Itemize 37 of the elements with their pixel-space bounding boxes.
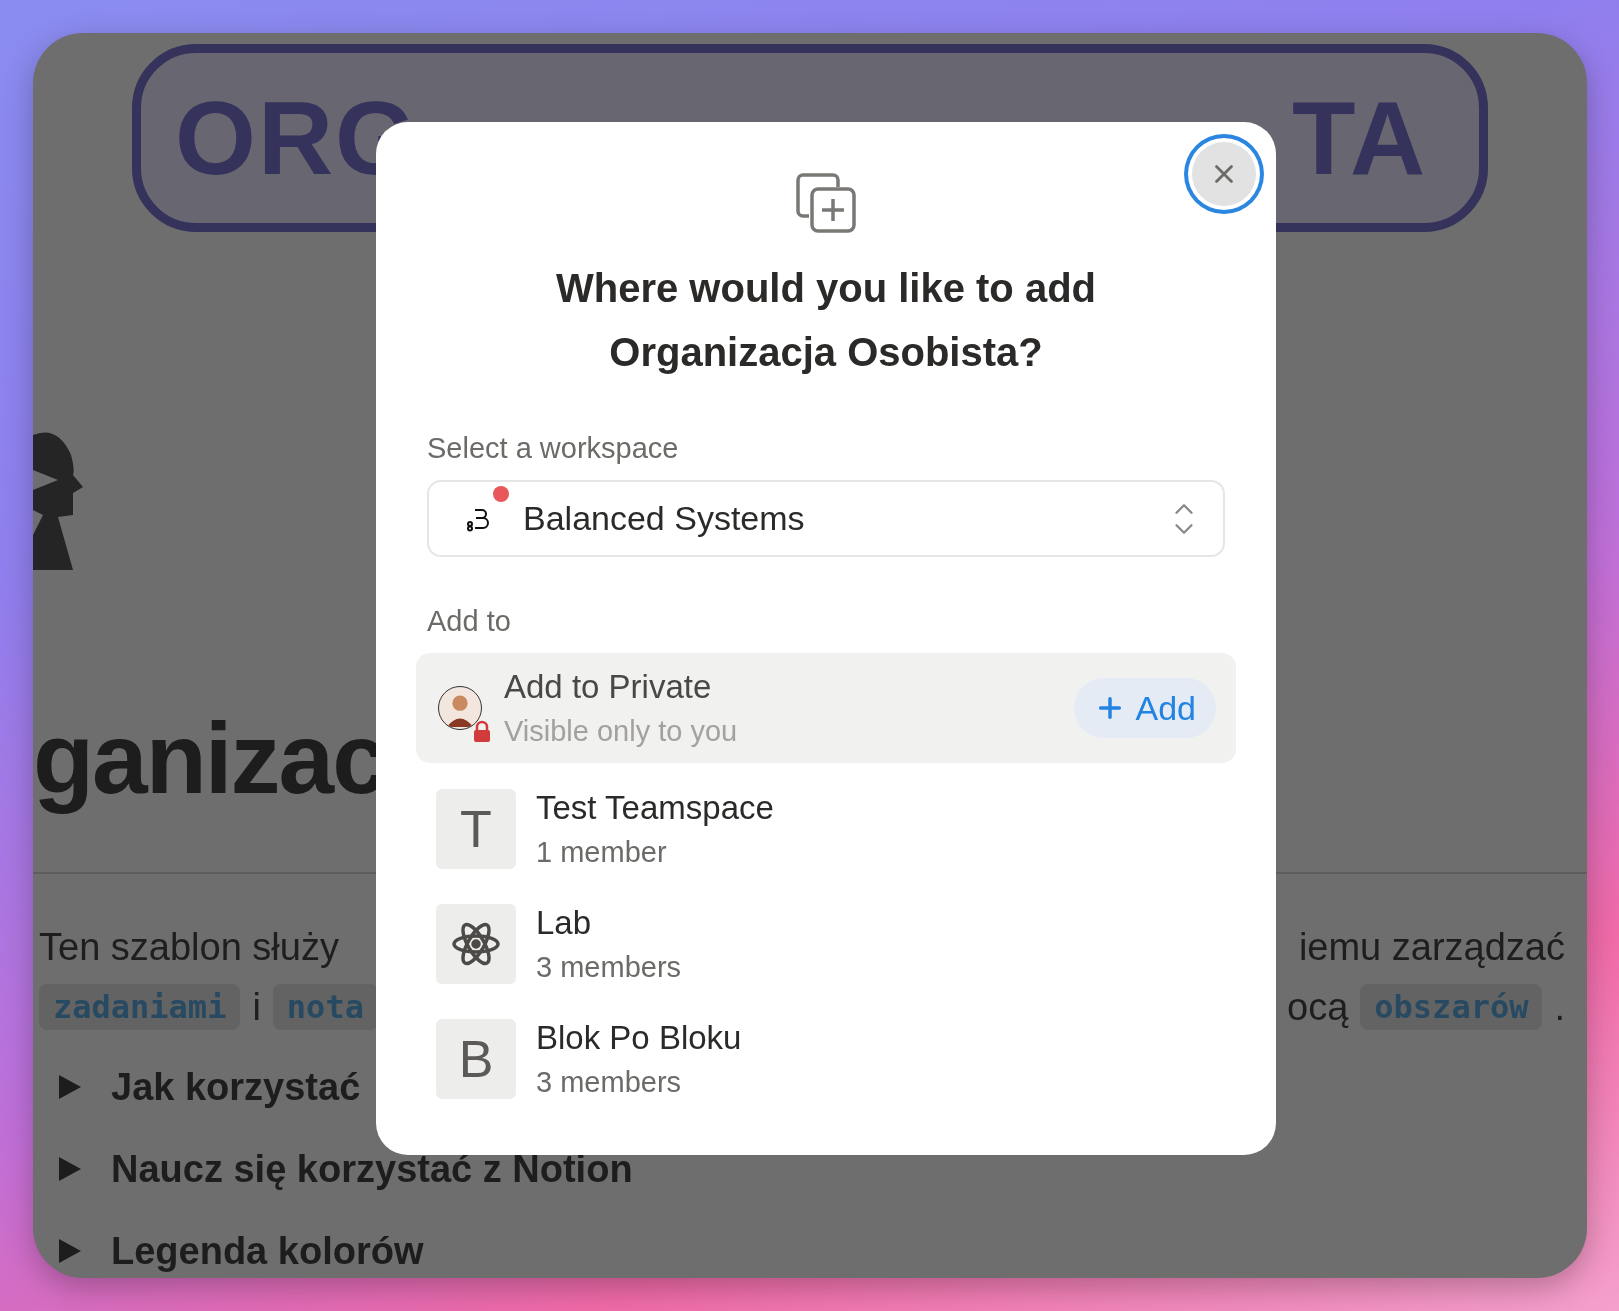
atom-icon: [436, 903, 516, 984]
toggle-heading: Legenda kolorów: [111, 1229, 424, 1273]
paragraph-text: iemu zarządzać: [1298, 925, 1565, 969]
paragraph-text: .: [1554, 985, 1565, 1029]
paragraph-text: i: [252, 985, 261, 1029]
toggle-heading: Jak korzystać: [111, 1065, 361, 1109]
option-subtitle: Visible only to you: [504, 714, 739, 749]
dialog-title: Where would you like to add Organizacja Osobista?: [554, 265, 1097, 376]
teamspace-name: Blok Po Bloku: [536, 1017, 743, 1058]
toggle-triangle-icon[interactable]: [57, 1238, 81, 1264]
toggle-triangle-icon[interactable]: [57, 1156, 81, 1182]
toggle-heading: Naucz się korzystać z Notion: [111, 1147, 633, 1191]
lock-icon: [472, 720, 492, 742]
avatar-icon: [438, 686, 482, 730]
section-label: Add to: [426, 604, 512, 639]
paragraph-text: Ten szablon służy: [39, 925, 339, 969]
duplicate-add-icon: [795, 172, 857, 234]
teamspace-letter-icon: T: [436, 788, 516, 869]
member-count: 1 member: [536, 834, 668, 870]
code-chip: zadaniami: [39, 984, 241, 1030]
paragraph-text: ocą: [1287, 985, 1349, 1029]
code-chip: nota: [272, 984, 378, 1030]
member-count: 3 members: [536, 1064, 683, 1100]
private-option[interactable]: Add to Private Visible only to you Add: [416, 653, 1236, 763]
workspace-select[interactable]: Balanced Systems: [427, 480, 1225, 557]
teamspace-name: Lab: [536, 902, 593, 943]
page-heading: ganizac: [33, 703, 386, 813]
teamspace-option[interactable]: T Test Teamspace 1 member: [416, 771, 1236, 886]
toggle-triangle-icon[interactable]: [57, 1074, 81, 1100]
teamspace-name: Test Teamspace: [536, 787, 775, 828]
teamspace-option[interactable]: Lab 3 members: [416, 886, 1236, 1001]
teamspace-option[interactable]: B Blok Po Bloku 3 members: [416, 1001, 1236, 1116]
member-count: 3 members: [536, 949, 683, 985]
teamspace-letter-icon: B: [436, 1018, 516, 1099]
section-label: Select a workspace: [426, 431, 680, 466]
option-title: Add to Private: [504, 667, 713, 707]
code-chip: obszarów: [1360, 984, 1543, 1030]
